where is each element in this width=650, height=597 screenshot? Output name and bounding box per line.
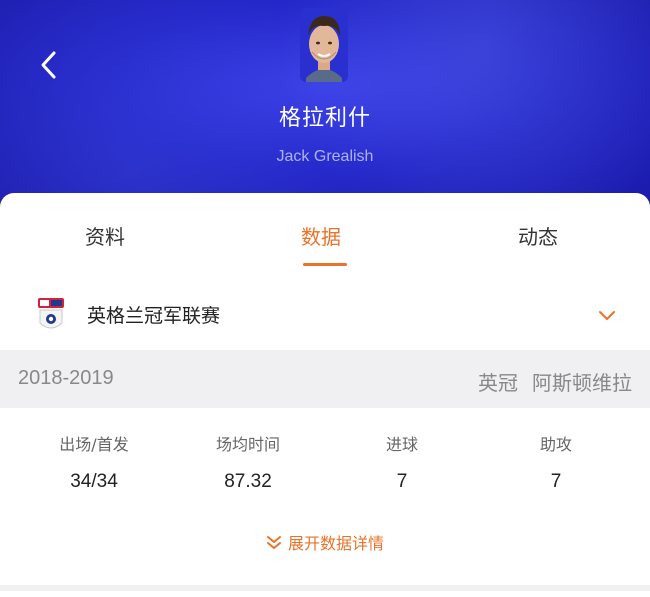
- season-bar: 2018-2019 英冠 阿斯顿维拉: [0, 350, 650, 408]
- content-card: 资料 数据 动态 英格兰冠军联赛 2018-2019 英冠 阿斯顿维拉 出场/首…: [0, 193, 650, 597]
- stat-value: 7: [550, 471, 562, 492]
- stat-value: 34/34: [70, 471, 118, 492]
- player-name-cn: 格拉利什: [278, 106, 371, 131]
- stats-summary: 出场/首发 34/34 场均时间 87.32 进球 7 助攻 7: [0, 431, 650, 501]
- stat-goals: 进球 7: [332, 431, 472, 493]
- sky-bet-championship-logo-icon: [37, 297, 65, 333]
- competition-name: 英冠: [478, 371, 518, 395]
- stat-value: 87.32: [224, 471, 272, 492]
- chevron-down-icon[interactable]: [597, 308, 617, 322]
- stat-label: 进球: [385, 435, 418, 454]
- expand-details-label: 展开数据详情: [287, 534, 384, 553]
- chevron-left-icon: [41, 51, 56, 79]
- tab-stats[interactable]: 数据: [261, 221, 381, 250]
- stat-avg-time: 场均时间 87.32: [178, 431, 318, 493]
- tab-profile[interactable]: 资料: [45, 221, 165, 250]
- double-chevron-down-icon: [266, 536, 281, 549]
- back-button[interactable]: [36, 50, 64, 80]
- player-name-en: Jack Grealish: [276, 148, 374, 165]
- stat-label: 助攻: [539, 435, 572, 454]
- league-selector[interactable]: 英格兰冠军联赛: [0, 287, 650, 347]
- league-name: 英格兰冠军联赛: [87, 305, 221, 327]
- stat-appearances: 出场/首发 34/34: [24, 431, 164, 493]
- divider: [0, 585, 650, 591]
- season-year: 2018-2019: [18, 367, 114, 389]
- stat-value: 7: [396, 471, 408, 492]
- team-name: 阿斯顿维拉: [532, 371, 632, 395]
- season-competition-team: 英冠 阿斯顿维拉: [478, 367, 632, 396]
- expand-details-button[interactable]: 展开数据详情: [0, 530, 650, 554]
- stat-label: 出场/首发: [59, 435, 129, 454]
- tab-bar: 资料 数据 动态: [0, 193, 650, 273]
- active-tab-indicator: [303, 263, 347, 266]
- player-avatar: [300, 8, 348, 82]
- player-header: 格拉利什 Jack Grealish: [0, 0, 650, 215]
- stat-label: 场均时间: [215, 435, 280, 454]
- stat-assists: 助攻 7: [486, 431, 626, 493]
- tab-news[interactable]: 动态: [478, 221, 598, 250]
